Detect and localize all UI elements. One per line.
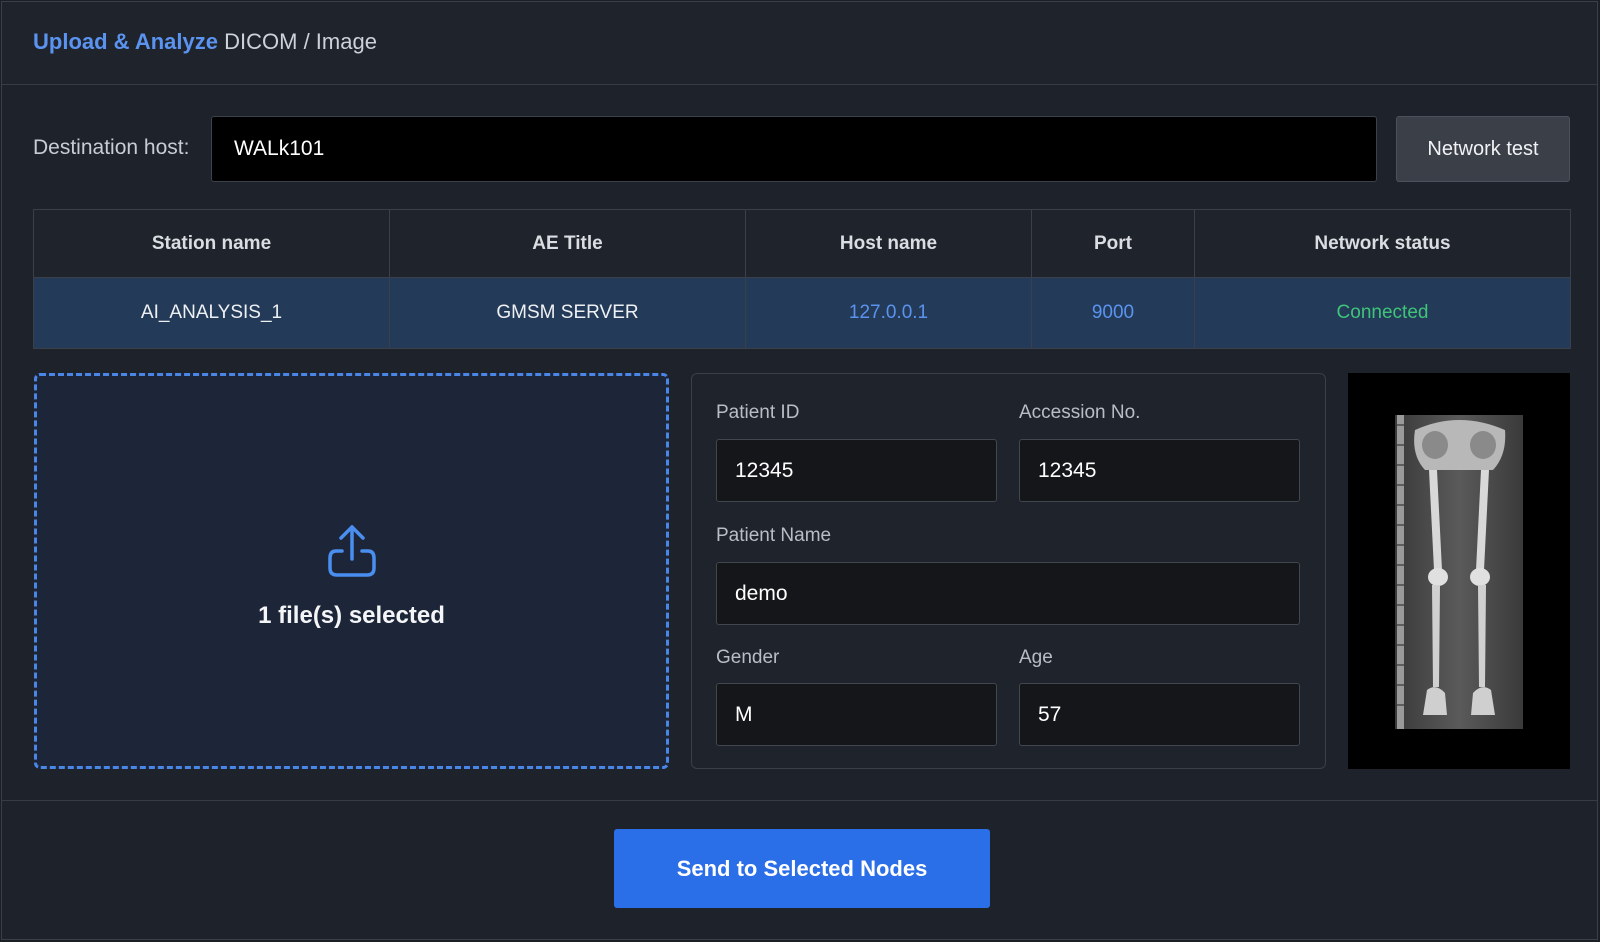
cell-port: 9000 <box>1031 277 1195 349</box>
column-header-ae-title[interactable]: AE Title <box>389 209 746 278</box>
patient-id-label: Patient ID <box>716 402 800 423</box>
gender-field[interactable] <box>716 683 997 746</box>
nodes-table: Station name AE Title Host name Port Net… <box>33 209 1571 349</box>
cell-station-name: AI_ANALYSIS_1 <box>33 277 390 349</box>
patient-name-field[interactable] <box>716 562 1300 625</box>
age-label: Age <box>1019 647 1053 668</box>
column-header-network-status[interactable]: Network status <box>1194 209 1571 278</box>
patient-id-field[interactable] <box>716 439 997 502</box>
page-header: Upload & Analyze DICOM / Image <box>2 2 1597 85</box>
send-to-selected-nodes-button[interactable]: Send to Selected Nodes <box>614 829 990 908</box>
image-preview <box>1348 373 1570 769</box>
cell-host-name: 127.0.0.1 <box>745 277 1032 349</box>
page-title-accent: Upload & Analyze <box>33 29 218 54</box>
column-header-host-name[interactable]: Host name <box>745 209 1032 278</box>
page-title: Upload & Analyze DICOM / Image <box>33 29 377 55</box>
table-header-row: Station name AE Title Host name Port Net… <box>33 209 1571 278</box>
upload-icon <box>328 525 376 577</box>
accession-no-label: Accession No. <box>1019 402 1141 423</box>
cell-ae-title: GMSM SERVER <box>389 277 746 349</box>
patient-name-label: Patient Name <box>716 525 832 546</box>
page-title-rest: DICOM / Image <box>224 29 377 54</box>
accession-no-field[interactable] <box>1019 439 1300 502</box>
destination-host-label: Destination host: <box>33 136 190 159</box>
age-field[interactable] <box>1019 683 1300 746</box>
cell-network-status: Connected <box>1194 277 1571 349</box>
selected-files-status: 1 file(s) selected <box>258 602 445 629</box>
column-header-port[interactable]: Port <box>1031 209 1195 278</box>
file-dropzone[interactable]: 1 file(s) selected <box>34 373 669 769</box>
table-row[interactable]: AI_ANALYSIS_1 GMSM SERVER 127.0.0.1 9000… <box>33 277 1571 349</box>
footer-divider <box>2 800 1597 801</box>
network-test-button[interactable]: Network test <box>1396 116 1570 182</box>
gender-label: Gender <box>716 647 780 668</box>
app-window: Upload & Analyze DICOM / Image Destinati… <box>1 1 1598 940</box>
patient-info-panel: Patient ID Accession No. Patient Name Ge… <box>691 373 1326 769</box>
destination-host-input[interactable] <box>211 116 1377 182</box>
column-header-station-name[interactable]: Station name <box>33 209 390 278</box>
xray-image <box>1395 415 1523 729</box>
